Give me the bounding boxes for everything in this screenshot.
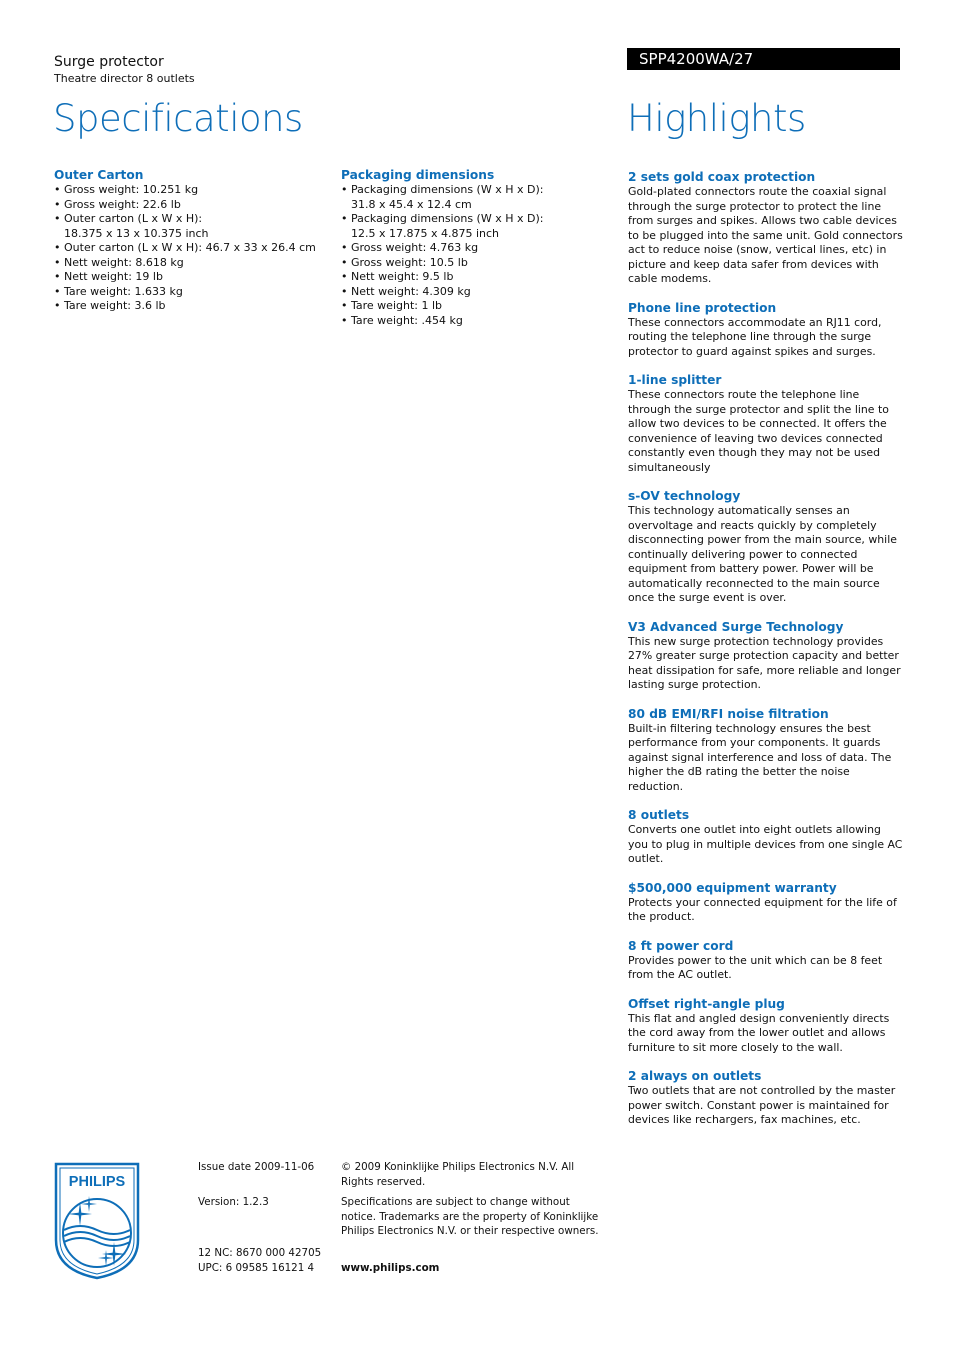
highlight-item: 8 ft power cord Provides power to the un…	[628, 939, 903, 983]
spec-list: Gross weight: 10.251 kg Gross weight: 22…	[54, 183, 324, 314]
highlight-text: Protects your connected equipment for th…	[628, 895, 897, 924]
highlight-title: s-OV technology	[628, 489, 741, 503]
spec-item: Nett weight: 19 lb	[54, 270, 324, 285]
highlight-text: Built-in filtering technology ensures th…	[628, 721, 892, 793]
spec-item: Nett weight: 9.5 lb	[341, 270, 591, 285]
spec-item: Nett weight: 8.618 kg	[54, 256, 324, 271]
logo-wordmark: PHILIPS	[69, 1174, 126, 1190]
spec-item: Packaging dimensions (W x H x D): 31.8 x…	[341, 183, 551, 212]
highlight-text: Provides power to the unit which can be …	[628, 953, 883, 982]
highlight-title: 8 ft power cord	[628, 938, 734, 953]
philips-logo-icon: PHILIPS	[54, 1162, 140, 1280]
highlights-title: Highlights	[627, 97, 806, 140]
highlight-title: 8 outlets	[628, 808, 690, 822]
highlight-title: Offset right-angle plug	[628, 996, 785, 1011]
highlight-title: Phone line protection	[628, 300, 777, 315]
spec-item: Nett weight: 4.309 kg	[341, 285, 591, 300]
section-heading: Outer Carton	[54, 168, 144, 182]
highlight-item: s-OV technology This technology automati…	[628, 489, 903, 606]
highlight-item: 1-line splitter These connectors route t…	[628, 373, 903, 475]
spec-item: Tare weight: 1 lb	[341, 299, 591, 314]
highlight-text: Converts one outlet into eight outlets a…	[628, 823, 903, 865]
highlight-text: These connectors accommodate an RJ11 cor…	[628, 315, 882, 358]
highlight-text: Gold-plated connectors route the coaxial…	[628, 185, 903, 285]
highlight-text: Two outlets that are not controlled by t…	[628, 1084, 896, 1126]
highlight-item: Offset right-angle plug This flat and an…	[628, 997, 903, 1056]
highlight-text: These connectors route the telephone lin…	[628, 388, 889, 474]
version: Version: 1.2.3	[198, 1196, 269, 1208]
highlight-item: 2 sets gold coax protection Gold-plated …	[628, 170, 903, 287]
spec-item: Gross weight: 4.763 kg	[341, 241, 591, 256]
spec-item: Gross weight: 22.6 lb	[54, 198, 324, 213]
highlight-title: V3 Advanced Surge Technology	[628, 619, 844, 634]
spec-section-outer-carton: Outer Carton Gross weight: 10.251 kg Gro…	[54, 168, 324, 314]
issue-date: Issue date 2009-11-06	[198, 1161, 315, 1173]
section-heading: Packaging dimensions	[341, 168, 495, 182]
highlight-item: 80 dB EMI/RFI noise filtration Built-in …	[628, 707, 903, 795]
upc-code: UPC: 6 09585 16121 4	[198, 1262, 315, 1274]
highlight-item: V3 Advanced Surge Technology This new su…	[628, 620, 903, 693]
philips-shield-logo: PHILIPS	[54, 1162, 140, 1280]
disclaimer: Specifications are subject to change wit…	[341, 1196, 599, 1237]
spec-list: Packaging dimensions (W x H x D): 31.8 x…	[341, 183, 591, 328]
highlight-title: 80 dB EMI/RFI noise filtration	[628, 706, 829, 721]
highlight-text: This new surge protection technology pro…	[628, 634, 901, 692]
highlight-text: This technology automatically senses an …	[628, 504, 897, 604]
specifications-title: Specifications	[53, 97, 303, 140]
spec-item: Tare weight: .454 kg	[341, 314, 591, 329]
highlight-item: 8 outlets Converts one outlet into eight…	[628, 808, 903, 867]
spec-item: Gross weight: 10.251 kg	[54, 183, 324, 198]
spec-item: Outer carton (L x W x H): 18.375 x 13 x …	[54, 212, 214, 241]
spec-item: Outer carton (L x W x H): 46.7 x 33 x 26…	[54, 241, 324, 256]
spec-item: Tare weight: 1.633 kg	[54, 285, 324, 300]
spec-section-packaging-dimensions: Packaging dimensions Packaging dimension…	[341, 168, 591, 328]
product-name: Surge protector	[54, 54, 164, 70]
highlight-title: 2 sets gold coax protection	[628, 170, 816, 184]
highlight-title: $500,000 equipment warranty	[628, 880, 837, 895]
spec-item: Gross weight: 10.5 lb	[341, 256, 591, 271]
copyright-notice: © 2009 Koninklijke Philips Electronics N…	[341, 1161, 575, 1188]
spec-item: Tare weight: 3.6 lb	[54, 299, 324, 314]
highlight-item: 2 always on outlets Two outlets that are…	[628, 1069, 903, 1128]
website-link[interactable]: www.philips.com	[341, 1261, 439, 1276]
highlight-title: 2 always on outlets	[628, 1069, 762, 1083]
twelve-nc-code: 12 NC: 8670 000 42705	[198, 1247, 322, 1259]
highlight-item: Phone line protection These connectors a…	[628, 301, 903, 360]
product-subtitle: Theatre director 8 outlets	[54, 72, 195, 85]
highlight-item: $500,000 equipment warranty Protects you…	[628, 881, 903, 925]
highlight-title: 1-line splitter	[628, 373, 722, 387]
spec-item: Packaging dimensions (W x H x D): 12.5 x…	[341, 212, 551, 241]
highlight-text: This flat and angled design conveniently…	[628, 1011, 890, 1054]
highlights-list: 2 sets gold coax protection Gold-plated …	[628, 170, 903, 1142]
model-number-bar: SPP4200WA/27	[627, 48, 900, 70]
